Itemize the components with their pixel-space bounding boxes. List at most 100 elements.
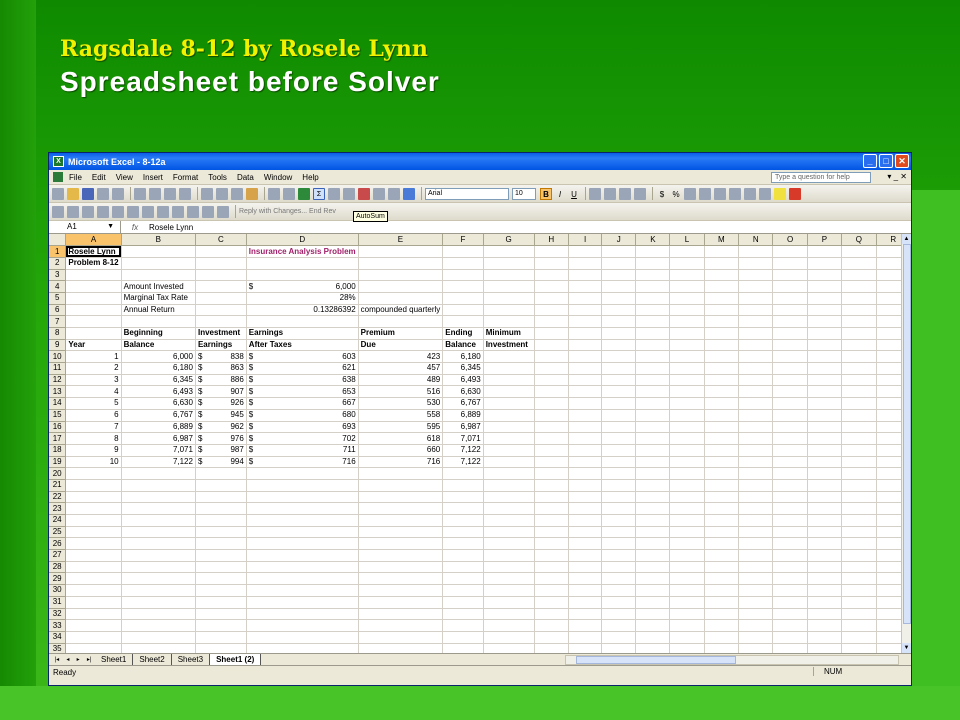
cell-k5[interactable] (635, 292, 671, 305)
cell-c19[interactable]: $994 (195, 456, 247, 469)
review-icon[interactable] (82, 205, 94, 218)
cell-g23[interactable] (483, 502, 535, 515)
cell-n31[interactable] (738, 596, 774, 609)
cell-i4[interactable] (568, 280, 603, 293)
cell-o24[interactable] (772, 514, 808, 527)
cell-e28[interactable] (358, 561, 444, 574)
cell-e20[interactable] (358, 467, 444, 480)
cell-o32[interactable] (772, 608, 808, 621)
column-header-d[interactable]: D (246, 234, 359, 247)
paste-icon[interactable] (231, 187, 243, 200)
cell-l35[interactable] (669, 643, 705, 653)
cell-n28[interactable] (738, 561, 774, 574)
cell-f25[interactable] (442, 526, 484, 539)
row-header[interactable]: 29 (49, 572, 67, 586)
cell-h12[interactable] (534, 374, 569, 387)
cell-a5[interactable] (65, 292, 122, 305)
cell-b24[interactable] (121, 514, 196, 527)
row-header[interactable]: 32 (49, 608, 67, 621)
cell-n7[interactable] (738, 315, 774, 328)
cell-d2[interactable] (246, 257, 359, 270)
cell-d23[interactable] (246, 502, 359, 515)
cell-c17[interactable]: $976 (195, 432, 247, 445)
cell-b9[interactable]: Balance (121, 339, 196, 352)
cell-o25[interactable] (772, 526, 808, 539)
cell-n6[interactable] (738, 304, 774, 317)
cell-p22[interactable] (807, 491, 843, 504)
tab-sheet1[interactable]: Sheet1 (95, 653, 134, 666)
cell-i2[interactable] (568, 257, 603, 270)
cell-k34[interactable] (635, 631, 671, 644)
cell-g13[interactable] (483, 385, 535, 399)
cell-c9[interactable]: Earnings (195, 339, 247, 352)
cell-m27[interactable] (704, 549, 740, 562)
cell-c32[interactable] (195, 608, 247, 621)
cell-g31[interactable] (483, 596, 535, 609)
cell-a12[interactable]: 3 (65, 374, 122, 387)
cell-a14[interactable]: 5 (65, 397, 122, 410)
row-header[interactable]: 34 (49, 631, 67, 644)
cell-a35[interactable] (65, 643, 122, 653)
font-size-select[interactable]: 10 (512, 187, 536, 200)
review-icon[interactable] (157, 205, 169, 218)
minimize-button[interactable]: _ (863, 154, 877, 168)
cell-c27[interactable] (195, 549, 247, 562)
cell-e16[interactable]: 595 (358, 421, 444, 434)
cell-f19[interactable]: 7,122 (442, 456, 484, 469)
undo-icon[interactable] (268, 187, 280, 200)
menu-help[interactable]: Help (302, 173, 318, 182)
row-header[interactable]: 7 (49, 315, 67, 328)
cell-g16[interactable] (483, 421, 535, 434)
cell-g28[interactable] (483, 561, 535, 574)
cell-g30[interactable] (483, 584, 535, 597)
cell-d9[interactable]: After Taxes (246, 339, 359, 352)
cell-h18[interactable] (534, 444, 569, 457)
cell-i12[interactable] (568, 374, 603, 387)
cell-a25[interactable] (65, 526, 122, 539)
column-header-g[interactable]: G (483, 234, 535, 247)
cell-a15[interactable]: 6 (65, 409, 122, 422)
cell-j21[interactable] (601, 479, 637, 492)
cell-e7[interactable] (358, 315, 444, 328)
research-icon[interactable] (179, 187, 191, 200)
cell-e27[interactable] (358, 549, 444, 562)
cell-j27[interactable] (601, 549, 637, 562)
cell-k17[interactable] (635, 432, 671, 445)
cell-o28[interactable] (772, 561, 808, 574)
cell-q21[interactable] (841, 479, 877, 492)
cell-h29[interactable] (534, 572, 569, 586)
cell-b32[interactable] (121, 608, 196, 621)
cell-e12[interactable]: 489 (358, 374, 444, 387)
cell-q17[interactable] (841, 432, 877, 445)
cell-c3[interactable] (195, 269, 247, 282)
cell-b4[interactable]: Amount Invested (121, 280, 196, 293)
row-header[interactable]: 2 (49, 257, 67, 270)
cell-q34[interactable] (841, 631, 877, 644)
cell-e19[interactable]: 716 (358, 456, 444, 469)
cell-j31[interactable] (601, 596, 637, 609)
cell-f31[interactable] (442, 596, 484, 609)
cell-q32[interactable] (841, 608, 877, 621)
cell-e29[interactable] (358, 572, 444, 586)
underline-button[interactable]: U (568, 188, 580, 200)
cell-o23[interactable] (772, 502, 808, 515)
cell-k21[interactable] (635, 479, 671, 492)
cell-f28[interactable] (442, 561, 484, 574)
cell-h31[interactable] (534, 596, 569, 609)
row-header[interactable]: 6 (49, 304, 67, 317)
cell-l23[interactable] (669, 502, 705, 515)
cell-e13[interactable]: 516 (358, 385, 444, 399)
review-icon[interactable] (202, 205, 214, 218)
cell-p11[interactable] (807, 362, 843, 375)
cell-a16[interactable]: 7 (65, 421, 122, 434)
cell-j1[interactable] (601, 245, 637, 258)
cell-n23[interactable] (738, 502, 774, 515)
cell-a13[interactable]: 4 (65, 385, 122, 399)
cell-l33[interactable] (669, 619, 705, 632)
cell-c21[interactable] (195, 479, 247, 492)
cell-f6[interactable] (442, 304, 484, 317)
percent-button[interactable]: % (670, 188, 682, 200)
cell-m28[interactable] (704, 561, 740, 574)
cell-o1[interactable] (772, 245, 808, 258)
cell-b35[interactable] (121, 643, 196, 653)
